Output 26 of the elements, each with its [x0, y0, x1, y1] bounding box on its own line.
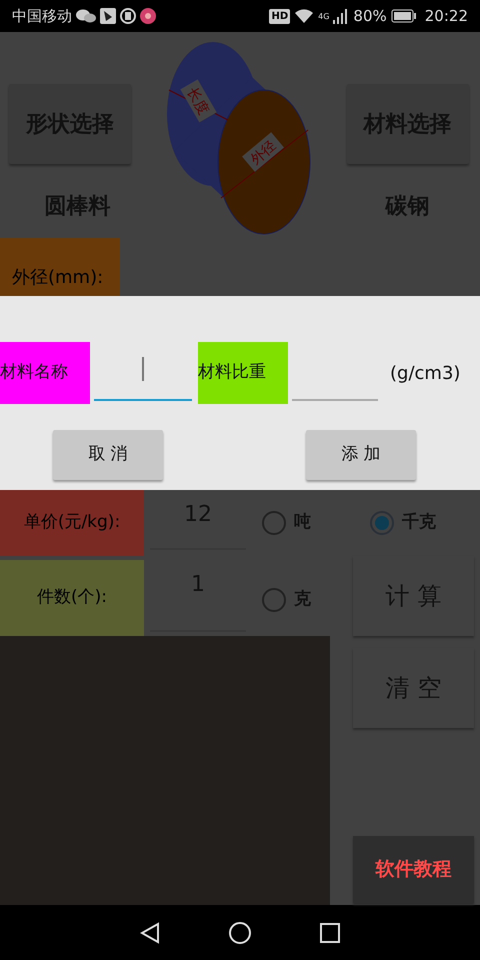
cancel-button[interactable]: 取 消 — [53, 430, 163, 480]
field-label: 材料名称 — [0, 342, 90, 404]
hd-badge: HD — [269, 8, 290, 24]
app-icon — [120, 8, 136, 24]
length-label: 长度 — [184, 85, 212, 118]
battery-icon — [390, 9, 417, 23]
diameter-input-label: 外径(mm): — [0, 238, 120, 296]
app-icon — [140, 8, 156, 24]
row-label: 件数(个): — [0, 560, 144, 636]
network-type: 4G — [318, 10, 330, 23]
battery-percent: 80% — [353, 6, 387, 27]
diameter-label: 外径 — [248, 138, 280, 168]
wifi-icon — [294, 8, 314, 24]
carrier-name: 中国移动 — [12, 6, 72, 27]
recents-icon[interactable] — [320, 922, 340, 942]
clock-time: 20:22 — [424, 6, 468, 27]
home-icon[interactable] — [228, 922, 251, 944]
add-button[interactable]: 添 加 — [306, 430, 416, 480]
signal-icon — [333, 8, 350, 24]
chat-icon — [76, 9, 96, 23]
back-icon[interactable] — [140, 922, 160, 944]
row-label: 单价(元/kg): — [0, 490, 144, 556]
tutorial-button[interactable]: 软件教程 — [353, 836, 474, 903]
unit-label: (g/cm3) — [390, 362, 460, 386]
app-icon — [100, 8, 116, 24]
field-label: 材料比重 — [198, 342, 288, 404]
